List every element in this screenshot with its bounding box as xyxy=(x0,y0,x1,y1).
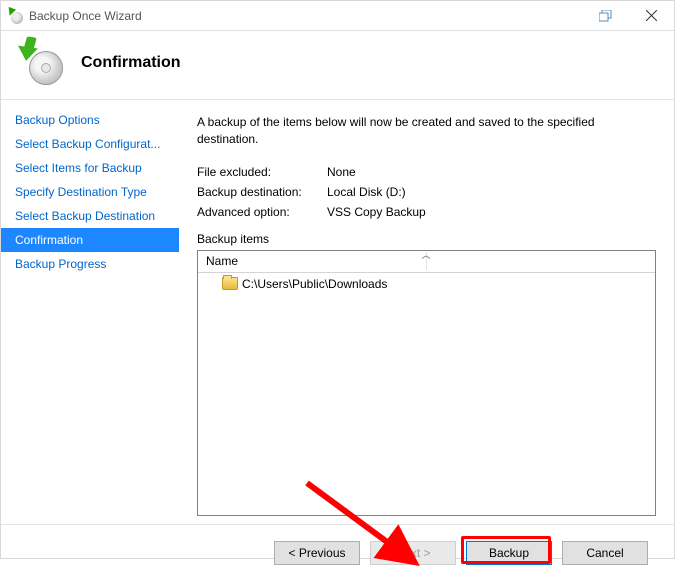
app-icon xyxy=(7,8,23,24)
folder-icon xyxy=(222,277,238,290)
close-window-button[interactable] xyxy=(628,1,674,30)
page-title: Confirmation xyxy=(81,54,181,72)
summary-label: Backup destination: xyxy=(197,182,327,202)
sidebar-item-backup-options[interactable]: Backup Options xyxy=(1,108,179,132)
summary-value: None xyxy=(327,162,656,182)
summary-value: Local Disk (D:) xyxy=(327,182,656,202)
backup-button[interactable]: Backup xyxy=(466,541,552,565)
sort-indicator-icon: ︿ xyxy=(422,248,431,261)
list-item-path: C:\Users\Public\Downloads xyxy=(242,277,387,291)
list-item[interactable]: C:\Users\Public\Downloads xyxy=(198,275,655,293)
window-title: Backup Once Wizard xyxy=(29,9,583,23)
sidebar-item-destination-type[interactable]: Specify Destination Type xyxy=(1,180,179,204)
wizard-footer: < Previous Next > Backup Cancel xyxy=(1,525,674,581)
summary-value: VSS Copy Backup xyxy=(327,202,656,222)
listview-header[interactable]: Name ︿ xyxy=(198,251,655,273)
listview-body: C:\Users\Public\Downloads xyxy=(198,273,655,515)
summary-table: File excluded: None Backup destination: … xyxy=(197,162,656,222)
restore-window-button[interactable] xyxy=(583,1,628,30)
next-button: Next > xyxy=(370,541,456,565)
wizard-body: Backup Options Select Backup Configurat.… xyxy=(1,100,674,524)
sidebar-item-select-items[interactable]: Select Items for Backup xyxy=(1,156,179,180)
sidebar-item-backup-progress[interactable]: Backup Progress xyxy=(1,252,179,276)
title-bar: Backup Once Wizard xyxy=(1,1,674,31)
summary-row-backup-destination: Backup destination: Local Disk (D:) xyxy=(197,182,656,202)
sidebar-item-confirmation[interactable]: Confirmation xyxy=(1,228,179,252)
sidebar-item-select-config[interactable]: Select Backup Configurat... xyxy=(1,132,179,156)
summary-label: Advanced option: xyxy=(197,202,327,222)
backup-items-label: Backup items xyxy=(197,232,656,246)
cancel-button[interactable]: Cancel xyxy=(562,541,648,565)
previous-button[interactable]: < Previous xyxy=(274,541,360,565)
main-pane: A backup of the items below will now be … xyxy=(179,100,674,524)
listview-column-name[interactable]: Name ︿ xyxy=(198,252,427,270)
summary-row-file-excluded: File excluded: None xyxy=(197,162,656,182)
summary-label: File excluded: xyxy=(197,162,327,182)
wizard-header: Confirmation xyxy=(1,31,674,100)
listview-column-name-label: Name xyxy=(206,254,238,268)
summary-row-advanced-option: Advanced option: VSS Copy Backup xyxy=(197,202,656,222)
wizard-icon xyxy=(19,41,63,85)
intro-text: A backup of the items below will now be … xyxy=(197,114,656,148)
sidebar-item-select-destination[interactable]: Select Backup Destination xyxy=(1,204,179,228)
backup-items-listview[interactable]: Name ︿ C:\Users\Public\Downloads xyxy=(197,250,656,516)
wizard-steps-sidebar: Backup Options Select Backup Configurat.… xyxy=(1,100,179,524)
